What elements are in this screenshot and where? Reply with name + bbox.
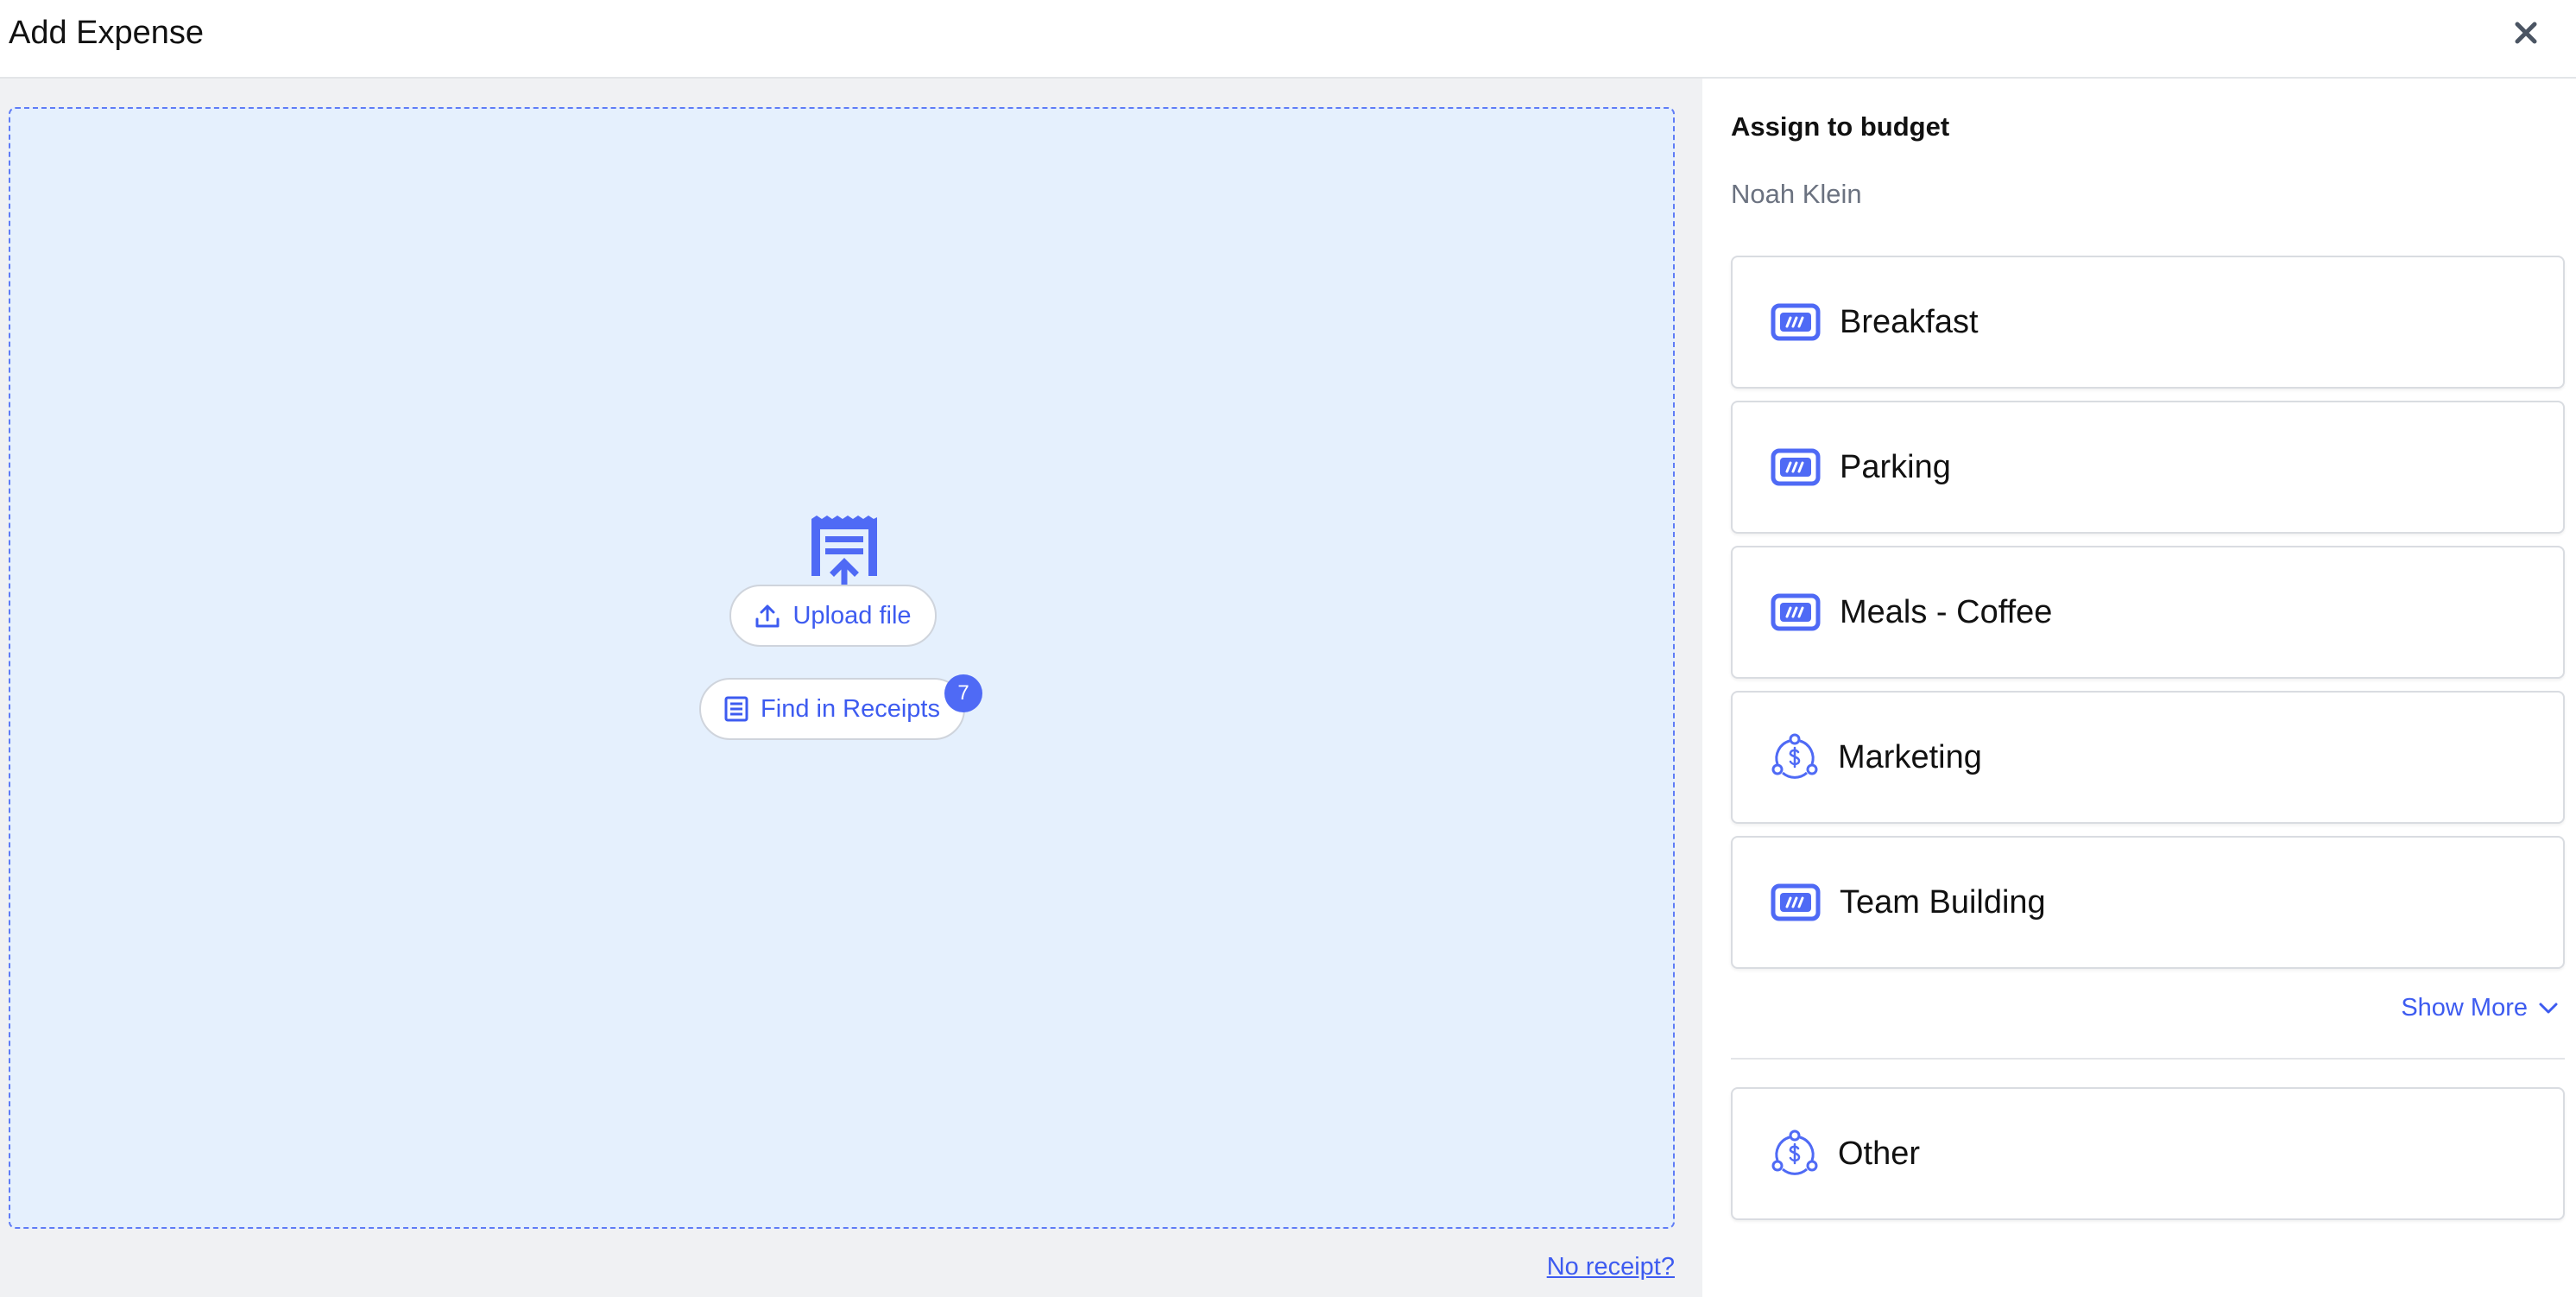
modal-title: Add Expense — [9, 15, 205, 51]
receipt-dropzone[interactable] — [9, 107, 1675, 1229]
budget-option-breakfast[interactable]: Breakfast — [1731, 256, 2565, 389]
close-icon[interactable] — [2507, 14, 2545, 52]
budget-option-label: Team Building — [1840, 883, 2046, 921]
budget-option-other[interactable]: Other — [1731, 1087, 2565, 1220]
dollar-cycle-icon — [1771, 733, 1818, 779]
find-in-receipts-label: Find in Receipts — [761, 694, 940, 723]
show-more-button[interactable]: Show More — [2401, 994, 2559, 1022]
upload-icon — [755, 604, 780, 628]
receipt-pane: Upload file Find in Receipts 7 No receip… — [0, 79, 1702, 1297]
budget-option-label: Marketing — [1838, 738, 1982, 775]
no-receipt-link[interactable]: No receipt? — [1547, 1253, 1675, 1281]
budget-option-label: Meals - Coffee — [1840, 593, 2053, 630]
upload-file-label: Upload file — [792, 601, 912, 630]
upload-file-button[interactable]: Upload file — [729, 585, 937, 647]
receipts-list-icon — [724, 696, 748, 722]
section-divider — [1731, 1058, 2565, 1060]
budget-option-label: Breakfast — [1840, 303, 1979, 340]
chevron-down-icon — [2539, 1003, 2558, 1013]
dollar-cycle-icon — [1771, 1129, 1818, 1175]
receipts-count-badge: 7 — [944, 674, 982, 712]
money-card-icon — [1771, 303, 1821, 341]
money-card-icon — [1771, 593, 1821, 631]
find-in-receipts-button[interactable]: Find in Receipts — [699, 678, 965, 740]
budget-option-team-building[interactable]: Team Building — [1731, 836, 2565, 969]
budget-option-marketing[interactable]: Marketing — [1731, 691, 2565, 824]
modal-header: Add Expense — [0, 0, 2576, 79]
show-more-label: Show More — [2401, 994, 2528, 1022]
money-card-icon — [1771, 448, 1821, 486]
budget-option-meals-coffee[interactable]: Meals - Coffee — [1731, 546, 2565, 679]
budget-option-label: Parking — [1840, 448, 1951, 485]
money-card-icon — [1771, 883, 1821, 921]
budget-option-label: Other — [1838, 1135, 1921, 1172]
budget-pane: Assign to budget Noah Klein Breakfast Pa… — [1702, 79, 2576, 1297]
assign-budget-heading: Assign to budget — [1731, 111, 1950, 142]
budget-option-parking[interactable]: Parking — [1731, 401, 2565, 534]
budget-owner-name: Noah Klein — [1731, 179, 1862, 209]
